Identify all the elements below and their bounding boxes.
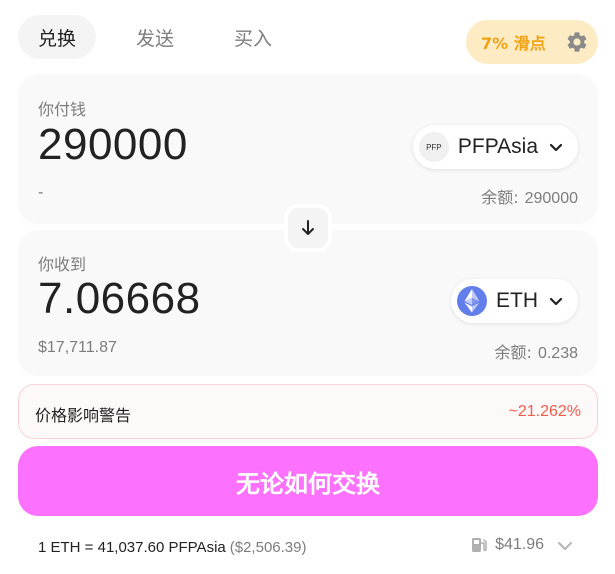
tab-buy[interactable]: 买入: [214, 15, 292, 59]
slippage-settings-button[interactable]: 7% 滑点: [466, 20, 598, 64]
tab-swap[interactable]: 兑换: [18, 15, 97, 59]
chevron-down-icon: [549, 297, 563, 306]
receive-label: 你收到: [38, 255, 87, 274]
pay-balance-label: 余额:: [481, 188, 519, 207]
gas-fee-toggle[interactable]: $41.96: [470, 536, 574, 554]
receive-token-symbol: ETH: [496, 289, 538, 312]
swap-tabs: 兑换 发送 买入: [18, 14, 312, 60]
gas-pump-icon: [472, 538, 487, 552]
receive-amount-input[interactable]: 7.06668: [38, 274, 201, 324]
pay-balance: 余额: 290000: [481, 184, 578, 208]
receive-token-selector[interactable]: ETH: [451, 279, 578, 323]
exchange-rate-text: 1 ETH = 41,037.60 PFPAsia: [38, 539, 226, 556]
price-impact-value: ~21.262%: [508, 403, 581, 420]
arrow-down-icon: [302, 220, 314, 235]
gas-fee-value: $41.96: [495, 536, 544, 553]
price-impact-warning: 价格影响警告 ~21.262%: [18, 384, 598, 439]
chevron-down-icon: [558, 542, 572, 550]
exchange-rate-usd: ($2,506.39): [229, 539, 307, 556]
receive-usd-value: $17,711.87: [38, 339, 117, 356]
swap-anyway-button[interactable]: 无论如何交换: [18, 446, 598, 516]
pay-balance-value: 290000: [524, 190, 578, 207]
switch-direction-button[interactable]: [284, 204, 332, 252]
pay-label: 你付钱: [38, 100, 87, 119]
receive-balance-value: 0.238: [537, 345, 578, 362]
price-impact-label: 价格影响警告: [35, 406, 132, 425]
eth-icon: [457, 286, 487, 316]
gear-icon: [567, 32, 587, 52]
pay-token-symbol: PFPAsia: [457, 135, 538, 158]
exchange-rate[interactable]: 1 ETH = 41,037.60 PFPAsia ($2,506.39): [38, 539, 306, 556]
pay-usd-value: -: [38, 184, 44, 201]
pay-panel: 你付钱 290000 PFP PFPAsia - 余额: 290000: [18, 74, 598, 224]
pay-token-selector[interactable]: PFP PFPAsia: [412, 125, 578, 169]
pay-amount-input[interactable]: 290000: [38, 120, 188, 170]
slippage-label: 7% 滑点: [481, 34, 546, 53]
receive-balance-label: 余额:: [494, 343, 532, 362]
pfpasia-token-icon: PFP: [418, 132, 449, 162]
tab-send[interactable]: 发送: [116, 15, 194, 59]
receive-balance: 余额: 0.238: [495, 339, 578, 363]
chevron-down-icon: [549, 143, 563, 152]
